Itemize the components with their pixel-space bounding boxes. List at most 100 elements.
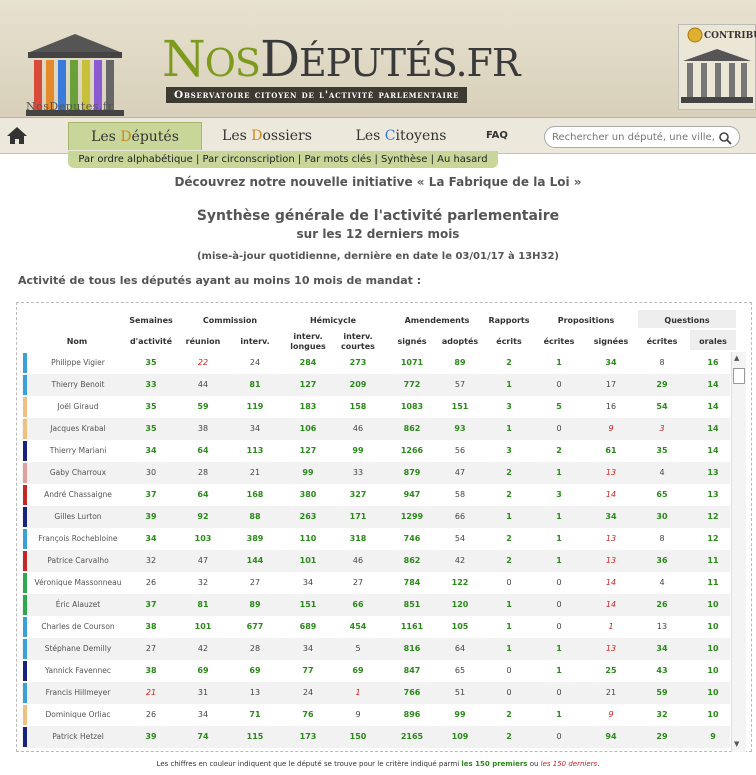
tab-deputes[interactable]: Les Députés (68, 122, 202, 150)
table-row[interactable]: Charles de Courson 38 101 677 689 454 1161 105 1… (22, 616, 730, 638)
depute-name-link[interactable]: Patrice Carvalho (30, 550, 126, 572)
col-reunion[interactable]: réunion (178, 337, 228, 346)
depute-name-link[interactable]: Philippe Vigier (30, 352, 126, 374)
table-cell: 4 (659, 468, 665, 477)
col-rapports-ecrits[interactable]: écrits (484, 337, 534, 346)
col-adoptes[interactable]: adoptés (436, 337, 484, 346)
table-cell: 784 (403, 578, 421, 587)
table-row[interactable]: Dominique Orliac 26 34 71 76 9 896 99 2 1 9 32 10 (22, 704, 730, 726)
table-cell: 88 (249, 512, 261, 521)
site-subtitle: Observatoire citoyen de l'activité parle… (166, 87, 468, 103)
depute-name-link[interactable]: Charles de Courson (30, 616, 126, 638)
scroll-down-icon[interactable]: ▼ (734, 740, 739, 748)
table-cell: 34 (145, 446, 157, 455)
table-cell: 3 (506, 402, 512, 411)
depute-name-link[interactable]: Jacques Krabal (30, 418, 126, 440)
depute-name-link[interactable]: Thierry Benoit (30, 374, 126, 396)
table-row[interactable]: Patrick Hetzel 39 74 115 173 150 2165 109 2 0 94 29… (22, 726, 730, 748)
depute-name-link[interactable]: André Chassaigne (30, 484, 126, 506)
table-row[interactable]: Éric Alauzet 37 81 89 151 66 851 120 1 0 14 26 10 (22, 594, 730, 616)
col-activite[interactable]: d'activité (128, 337, 174, 346)
table-cell: 25 (605, 666, 617, 675)
col-nom[interactable]: Nom (22, 337, 132, 346)
table-cell: 24 (302, 688, 314, 697)
depute-name-link[interactable]: Dominique Orliac (30, 704, 126, 726)
home-icon[interactable] (4, 122, 30, 148)
table-row[interactable]: Joël Giraud 35 59 119 183 158 1083 151 3 5 16 54 14 (22, 396, 730, 418)
depute-name-link[interactable]: Gaby Charroux (30, 462, 126, 484)
search-icon[interactable] (718, 131, 732, 145)
table-cell: 22 (197, 358, 209, 367)
table-row[interactable]: Patrice Carvalho 32 47 144 101 46 862 42 2 1 13 36 1… (22, 550, 730, 572)
table-cell: 1 (556, 468, 562, 477)
depute-name-link[interactable]: Yannick Favennec (30, 660, 126, 682)
table-row[interactable]: François Rochebloine 34 103 389 110 318 746 54 2… (22, 528, 730, 550)
table-cell: 1 (506, 622, 512, 631)
faq-link[interactable]: FAQ (486, 130, 508, 141)
table-cell: 2 (506, 468, 512, 477)
footnote: Les chiffres en couleur indiquent que le… (0, 760, 756, 768)
group-amendements: Amendements (404, 316, 470, 325)
table-cell: 2 (506, 710, 512, 719)
table-cell: 47 (197, 556, 209, 565)
table-cell: 10 (707, 688, 719, 697)
table-cell: 0 (506, 578, 512, 587)
depute-name-link[interactable]: Joël Giraud (30, 396, 126, 418)
logo-caption: NosDeputes.fr (26, 100, 114, 113)
depute-name-link[interactable]: Thierry Mariani (30, 440, 126, 462)
sub-nav[interactable]: Par ordre alphabétique | Par circonscrip… (68, 151, 498, 168)
col-questions-ecrites[interactable]: écrites (638, 337, 686, 346)
table-cell: 0 (506, 666, 512, 675)
col-interv[interactable]: interv. (232, 337, 278, 346)
table-cell: 69 (249, 666, 261, 675)
table-row[interactable]: Véronique Massonneau 26 32 27 34 27 784 122 0 0 14… (22, 572, 730, 594)
tab-dossiers[interactable]: Les Dossiers (210, 122, 324, 150)
scroll-up-icon[interactable]: ▲ (734, 354, 739, 362)
table-cell: 77 (302, 666, 314, 675)
table-row[interactable]: Thierry Mariani 34 64 113 127 99 1266 56 3 2 61 35 1… (22, 440, 730, 462)
depute-name-link[interactable]: Gilles Lurton (30, 506, 126, 528)
initiative-link[interactable]: Découvrez notre nouvelle initiative « La… (0, 175, 756, 189)
table-row[interactable]: Stéphane Demilly 27 42 28 34 5 816 64 1 1 13 34 10 (22, 638, 730, 660)
table-row[interactable]: Yannick Favennec 38 69 69 77 69 847 65 0 1 25 43 10 (22, 660, 730, 682)
site-title[interactable]: NOSDÉPUTÉS.FR (162, 34, 521, 84)
search-input[interactable] (544, 126, 740, 148)
party-color-bar (23, 485, 27, 505)
table-cell: 318 (349, 534, 367, 543)
col-interv-courtes[interactable]: interv. courtes (336, 332, 380, 352)
col-propositions-ecrites[interactable]: écrites (534, 337, 584, 346)
depute-name-link[interactable]: Francis Hillmeyer (30, 682, 126, 704)
table-cell: 13 (249, 688, 261, 697)
table-row[interactable]: Thierry Benoit 33 44 81 127 209 772 57 1 0 17 29 14 (22, 374, 730, 396)
scrollbar-thumb[interactable] (733, 368, 745, 384)
coin-icon (687, 27, 703, 43)
table-cell: 151 (451, 402, 469, 411)
table-cell: 3 (556, 490, 562, 499)
table-row[interactable]: Francis Hillmeyer 21 31 13 24 1 766 51 0 0 21 59 10 (22, 682, 730, 704)
table-cell: 64 (197, 446, 209, 455)
depute-name-link[interactable]: Stéphane Demilly (30, 638, 126, 660)
table-row[interactable]: André Chassaigne 37 64 168 380 327 947 58 2 3 14 65… (22, 484, 730, 506)
table-cell: 27 (145, 644, 157, 653)
tab-citoyens[interactable]: Les Citoyens (344, 122, 458, 150)
table-cell: 35 (145, 358, 157, 367)
table-cell: 34 (605, 512, 617, 521)
col-propositions-signees[interactable]: signées (586, 337, 636, 346)
table-cell: 9 (355, 710, 361, 719)
table-cell: 113 (246, 446, 264, 455)
depute-name-link[interactable]: Véronique Massonneau (30, 572, 126, 594)
table-row[interactable]: Gaby Charroux 30 28 21 99 33 879 47 2 1 13 4 13 (22, 462, 730, 484)
col-questions-orales[interactable]: orales (690, 337, 736, 346)
depute-name-link[interactable]: Éric Alauzet (30, 594, 126, 616)
table-scrollbar[interactable] (731, 352, 746, 752)
col-signes[interactable]: signés (390, 337, 434, 346)
table-row[interactable]: Jacques Krabal 35 38 34 106 46 862 93 1 0 9 3 14 (22, 418, 730, 440)
depute-name-link[interactable]: Patrick Hetzel (30, 726, 126, 748)
col-interv-longues[interactable]: interv. longues (286, 332, 330, 352)
party-color-bar (23, 397, 27, 417)
table-row[interactable]: Gilles Lurton 39 92 88 263 171 1299 66 1 1 34 30 12 (22, 506, 730, 528)
table-row[interactable]: Philippe Vigier 35 22 24 284 273 1071 89 2 1 34 8 16 (22, 352, 730, 374)
table-cell: 389 (246, 534, 264, 543)
group-questions: Questions (664, 316, 710, 325)
depute-name-link[interactable]: François Rochebloine (30, 528, 126, 550)
